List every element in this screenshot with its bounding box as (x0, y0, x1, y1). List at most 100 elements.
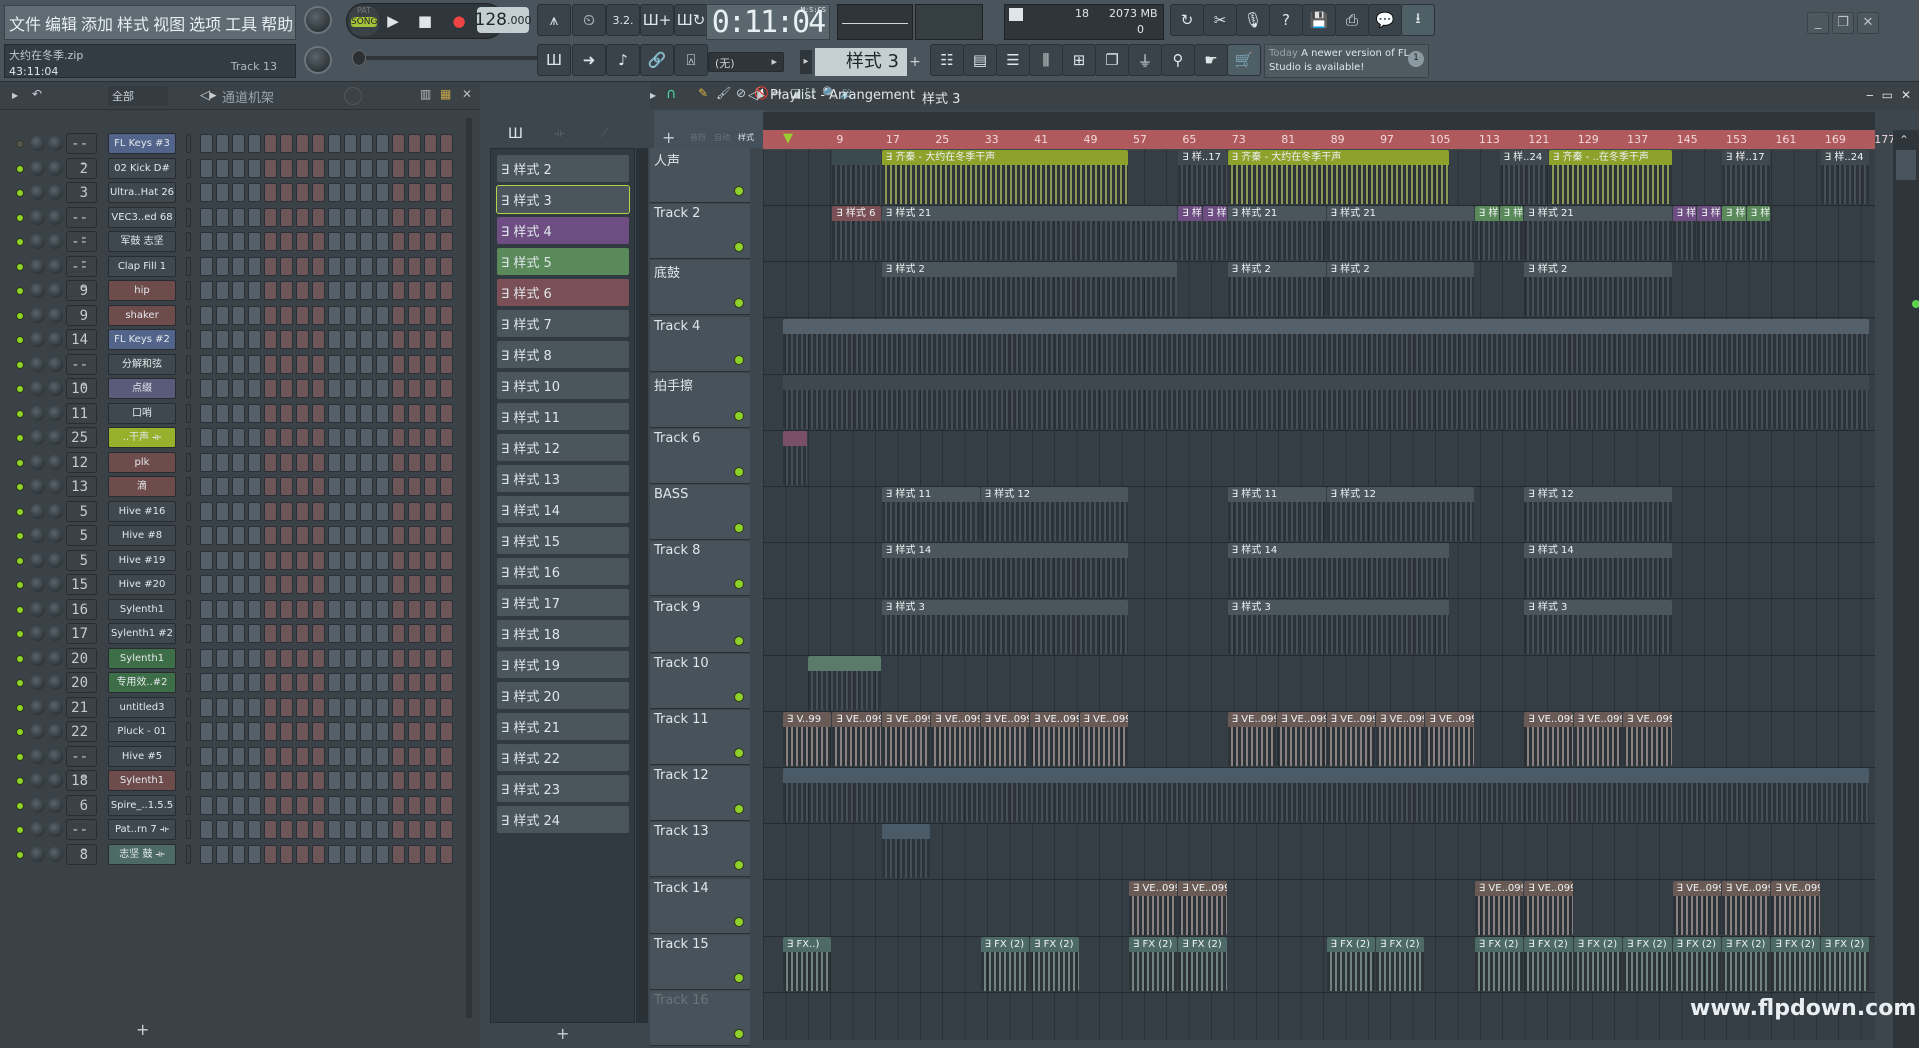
playlist-clip[interactable]: ∃ 齐秦 - ..在冬季干声 (1549, 150, 1672, 204)
step-button[interactable] (200, 477, 213, 496)
step-button[interactable] (440, 624, 453, 643)
playlist-clip[interactable]: ∃ FX (2) (1376, 936, 1425, 991)
mixer-track-number[interactable]: --- (66, 819, 97, 858)
channel-pan-knob[interactable] (48, 356, 63, 372)
step-button[interactable] (200, 354, 213, 374)
step-button[interactable] (232, 771, 245, 790)
step-button[interactable] (328, 281, 341, 300)
mixer-track-number[interactable]: 20 (66, 672, 97, 693)
step-button[interactable] (344, 403, 357, 423)
step-button[interactable] (328, 648, 341, 668)
channel-enable-led[interactable] (16, 213, 24, 222)
step-button[interactable] (296, 746, 309, 766)
channel-volume-knob[interactable] (30, 209, 45, 225)
track-header[interactable]: Track 15 (650, 934, 750, 990)
step-button[interactable] (232, 207, 245, 227)
step-button[interactable] (232, 844, 245, 864)
step-button[interactable] (328, 232, 341, 251)
channel-select-indicator[interactable] (186, 501, 191, 521)
step-button[interactable] (328, 771, 341, 790)
step-button[interactable] (440, 428, 453, 447)
step-button[interactable] (216, 379, 229, 398)
track-mute-led[interactable] (734, 972, 744, 983)
step-button[interactable] (376, 256, 389, 276)
step-button[interactable] (248, 305, 261, 325)
channel-name-button[interactable]: 02 Kick D# (108, 157, 176, 179)
channel-enable-led[interactable] (16, 238, 24, 246)
channel-enable-led[interactable] (16, 262, 24, 271)
playlist-clip[interactable]: ∃ 样式 12 (1524, 487, 1672, 542)
playlist-clip[interactable]: ∃ 样..24 (1820, 150, 1870, 204)
playlist-clip[interactable]: ∃ 样式 3 (1524, 599, 1672, 654)
step-button[interactable] (328, 477, 341, 496)
step-button[interactable] (312, 330, 325, 349)
picker-automation-icon[interactable]: ⟋ (600, 126, 608, 141)
channel-volume-knob[interactable] (30, 626, 45, 641)
step-button[interactable] (376, 648, 389, 668)
step-button[interactable] (264, 771, 277, 790)
step-button[interactable] (344, 281, 357, 300)
channel-pan-knob[interactable] (48, 552, 63, 568)
mixer-button[interactable]: ⫼ (1029, 44, 1063, 76)
step-button[interactable] (216, 305, 229, 325)
step-button[interactable] (408, 624, 421, 643)
step-button[interactable] (232, 648, 245, 668)
step-button[interactable] (344, 477, 357, 496)
step-button[interactable] (360, 183, 373, 202)
step-button[interactable] (296, 624, 309, 643)
channel-enable-led[interactable] (16, 532, 24, 540)
pattern-item[interactable]: ∃ 样式 6 (497, 279, 629, 306)
step-button[interactable] (216, 403, 229, 423)
playlist-clip[interactable]: ∃ 样..17 (1178, 150, 1227, 204)
playlist-minimize-icon[interactable]: ‒ (1866, 88, 1874, 102)
step-button[interactable] (280, 526, 293, 545)
step-button[interactable] (392, 795, 405, 815)
step-button[interactable] (360, 158, 373, 178)
channel-name-button[interactable]: Pluck - 01 (108, 721, 176, 742)
step-button[interactable] (264, 844, 277, 864)
step-button[interactable] (248, 771, 261, 790)
step-button[interactable] (200, 550, 213, 570)
step-button[interactable] (216, 134, 229, 153)
channel-pan-knob[interactable] (48, 454, 63, 470)
step-button[interactable] (376, 795, 389, 815)
channel-volume-knob[interactable] (30, 185, 45, 200)
channel-pan-knob[interactable] (48, 307, 63, 323)
step-button[interactable] (264, 354, 277, 374)
step-button[interactable] (360, 379, 373, 398)
channel-name-button[interactable]: Sylenth1 (108, 598, 176, 620)
step-button[interactable] (280, 599, 293, 619)
step-button[interactable] (360, 795, 373, 815)
menu-tools[interactable]: 工具 (225, 11, 257, 35)
track-lane[interactable] (763, 824, 1875, 881)
step-button[interactable] (440, 697, 453, 717)
playlist-clip[interactable]: ∃ 样式 12 (1326, 487, 1474, 542)
step-button[interactable] (440, 183, 453, 202)
step-button[interactable] (232, 183, 245, 202)
step-button[interactable] (408, 256, 421, 276)
step-button[interactable] (232, 697, 245, 717)
step-button[interactable] (264, 697, 277, 717)
add-pattern-picker-button[interactable]: + (556, 1024, 569, 1043)
step-button[interactable] (296, 673, 309, 692)
channel-enable-led[interactable] (16, 458, 24, 467)
channel-name-button[interactable]: 志坚 鼓 ⟛ (108, 843, 176, 865)
step-button[interactable] (376, 403, 389, 423)
step-button[interactable] (312, 844, 325, 864)
step-button[interactable] (200, 207, 213, 227)
playlist-clip[interactable] (783, 318, 1870, 373)
step-button[interactable] (200, 403, 213, 423)
step-button[interactable] (264, 428, 277, 447)
channel-volume-knob[interactable] (30, 234, 45, 249)
step-button[interactable] (312, 526, 325, 545)
track-header[interactable]: Track 2 (650, 204, 750, 260)
step-button[interactable] (440, 305, 453, 325)
step-button[interactable] (408, 526, 421, 545)
channel-volume-knob[interactable] (30, 675, 45, 690)
step-button[interactable] (328, 403, 341, 423)
channel-enable-led[interactable] (16, 140, 24, 148)
step-button[interactable] (296, 452, 309, 472)
step-button[interactable] (392, 452, 405, 472)
picker-scrollbar[interactable] (636, 148, 648, 1023)
project-button[interactable]: ❐ (1095, 44, 1129, 76)
